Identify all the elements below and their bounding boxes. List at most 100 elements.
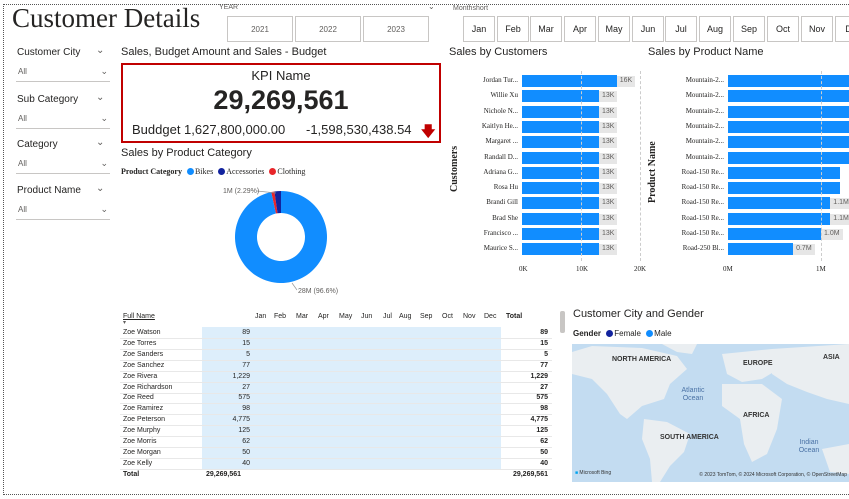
- donut-legend-title: Product Category: [121, 167, 182, 176]
- customer-bar[interactable]: [522, 151, 599, 164]
- month-option[interactable]: Apr: [564, 16, 596, 42]
- month-option[interactable]: Jan: [463, 16, 495, 42]
- table-row[interactable]: Zoe Watson 89 89: [120, 328, 552, 339]
- filter-chevron-icon[interactable]: ⌄: [96, 92, 104, 103]
- legend-item-bikes[interactable]: Bikes: [195, 167, 213, 176]
- product-bar[interactable]: [728, 166, 840, 179]
- filter-label-product-name: Product Name: [17, 185, 81, 196]
- product-bar-label: Mountain-2...: [685, 121, 724, 130]
- table-row[interactable]: Zoe Rivera 1,229 1,229: [120, 372, 552, 383]
- matrix-header[interactable]: Jan: [255, 313, 266, 320]
- customer-bar[interactable]: [522, 75, 617, 87]
- product-bar[interactable]: [728, 136, 849, 149]
- product-bar[interactable]: [728, 228, 821, 240]
- table-row[interactable]: Zoe Peterson 4,775 4,775: [120, 415, 552, 427]
- table-row[interactable]: Zoe Reed 575 575: [120, 393, 552, 405]
- month-option[interactable]: Jul: [665, 16, 697, 42]
- table-row[interactable]: Zoe Kelly 40 40: [120, 459, 552, 470]
- product-data-label: 0.7M: [793, 244, 815, 256]
- matrix-scrollbar[interactable]: [560, 311, 565, 333]
- year-option-2021[interactable]: 2021: [227, 16, 293, 42]
- product-bar[interactable]: [728, 151, 849, 164]
- matrix-header[interactable]: Feb: [274, 313, 286, 320]
- matrix-header[interactable]: Total: [506, 313, 522, 320]
- arrow-down-icon: 🡇: [421, 123, 436, 139]
- product-bar[interactable]: [728, 197, 831, 210]
- products-axis-title: Product Name: [647, 141, 658, 203]
- customer-city-dropdown[interactable]: All ⌄: [16, 66, 110, 82]
- product-bar[interactable]: [728, 243, 794, 256]
- customer-bar[interactable]: [522, 105, 599, 118]
- month-option[interactable]: Feb: [497, 16, 529, 42]
- month-option[interactable]: May: [598, 16, 630, 42]
- matrix-header[interactable]: Apr: [318, 313, 329, 320]
- kpi-card[interactable]: KPI Name 29,269,561 Buddget 1,627,800,00…: [121, 63, 441, 143]
- matrix-header[interactable]: Jun: [361, 313, 372, 320]
- customer-bar[interactable]: [522, 90, 599, 103]
- matrix-header[interactable]: Nov: [463, 313, 475, 320]
- product-bar[interactable]: [728, 75, 849, 87]
- product-bar-label: Mountain-2...: [685, 137, 724, 146]
- legend-item-clothing[interactable]: Clothing: [277, 167, 305, 176]
- matrix-header[interactable]: Full Name: [123, 313, 155, 320]
- product-bar[interactable]: [728, 120, 849, 133]
- month-option[interactable]: Nov: [801, 16, 833, 42]
- legend-item-female[interactable]: Female: [614, 329, 641, 338]
- sort-desc-icon[interactable]: ▾: [123, 319, 126, 326]
- row-name: Zoe Morgan: [123, 448, 161, 456]
- table-row[interactable]: Zoe Morris 62 62: [120, 437, 552, 448]
- customer-data-label: 13K: [598, 106, 618, 118]
- product-name-dropdown[interactable]: All ⌄: [16, 204, 110, 220]
- year-slicer-chevron-icon[interactable]: ⌄: [428, 2, 435, 11]
- product-bar[interactable]: [728, 105, 849, 118]
- table-row[interactable]: Zoe Murphy 125 125: [120, 426, 552, 438]
- month-option[interactable]: De: [835, 16, 849, 42]
- sub-category-dropdown[interactable]: All ⌄: [16, 113, 110, 129]
- filter-chevron-icon[interactable]: ⌄: [96, 45, 104, 56]
- customer-bar-label: Brad She: [492, 213, 518, 222]
- map-visual[interactable]: NORTH AMERICA EUROPE ASIA AFRICA SOUTH A…: [572, 344, 849, 482]
- table-row[interactable]: Zoe Sanders 5 5: [120, 350, 552, 361]
- product-bar[interactable]: [728, 182, 840, 195]
- month-option[interactable]: Mar: [530, 16, 562, 42]
- matrix-header[interactable]: Jul: [383, 313, 392, 320]
- customer-bar[interactable]: [522, 197, 599, 210]
- legend-item-accessories[interactable]: Accessories: [226, 167, 264, 176]
- matrix-header[interactable]: Mar: [296, 313, 308, 320]
- filter-chevron-icon[interactable]: ⌄: [96, 183, 104, 194]
- customer-bar[interactable]: [522, 243, 599, 256]
- legend-item-male[interactable]: Male: [654, 329, 671, 338]
- customer-bar[interactable]: [522, 228, 599, 240]
- month-option[interactable]: Sep: [733, 16, 765, 42]
- map-legend: Gender Female Male: [573, 329, 672, 338]
- category-dropdown[interactable]: All ⌄: [16, 158, 110, 174]
- customer-bar[interactable]: [522, 182, 599, 195]
- table-row[interactable]: Zoe Torres 15 15: [120, 339, 552, 350]
- table-row[interactable]: Zoe Richardson 27 27: [120, 383, 552, 394]
- donut-legend: Product Category Bikes Accessories Cloth…: [121, 167, 305, 176]
- month-option[interactable]: Oct: [767, 16, 799, 42]
- gridline: [821, 71, 822, 261]
- customer-bar[interactable]: [522, 136, 599, 149]
- customers-axis-tick: 10K: [576, 265, 589, 273]
- product-bar[interactable]: [728, 90, 849, 103]
- table-row[interactable]: Zoe Sanchez 77 77: [120, 361, 552, 372]
- matrix-header[interactable]: Sep: [420, 313, 432, 320]
- year-option-2022[interactable]: 2022: [295, 16, 361, 42]
- row-jan-value: 125: [238, 427, 250, 435]
- product-bar[interactable]: [728, 212, 831, 225]
- customer-bar[interactable]: [522, 212, 599, 225]
- donut-chart[interactable]: 1M (2.29%) 28M (96.6%): [190, 180, 360, 300]
- month-option[interactable]: Jun: [632, 16, 664, 42]
- filter-chevron-icon[interactable]: ⌄: [96, 137, 104, 148]
- year-option-2023[interactable]: 2023: [363, 16, 429, 42]
- month-option[interactable]: Aug: [699, 16, 731, 42]
- matrix-header[interactable]: Oct: [442, 313, 453, 320]
- matrix-header[interactable]: May: [339, 313, 352, 320]
- customer-bar[interactable]: [522, 120, 599, 133]
- table-row[interactable]: Zoe Ramirez 98 98: [120, 404, 552, 416]
- customer-bar[interactable]: [522, 166, 599, 179]
- matrix-header[interactable]: Aug: [399, 313, 411, 320]
- table-row[interactable]: Zoe Morgan 50 50: [120, 448, 552, 459]
- matrix-header[interactable]: Dec: [484, 313, 496, 320]
